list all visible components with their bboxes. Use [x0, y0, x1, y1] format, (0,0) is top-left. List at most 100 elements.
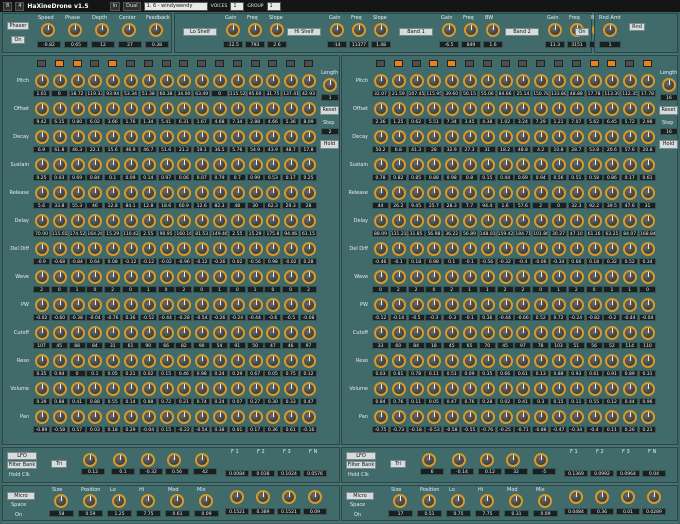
lfo-f2-value[interactable]: 0.0289 — [642, 508, 666, 515]
step-value[interactable]: 0.53 — [264, 174, 282, 181]
step-value[interactable]: 45 — [443, 342, 461, 349]
step-knob[interactable] — [248, 326, 263, 340]
step-knob[interactable] — [623, 382, 638, 396]
step-value[interactable]: 1.25 — [389, 118, 407, 125]
step-value[interactable]: 0.11 — [407, 398, 425, 405]
micro-knob[interactable] — [54, 494, 68, 508]
step-knob[interactable] — [374, 74, 388, 88]
step-knob[interactable] — [141, 102, 156, 116]
step-value[interactable]: 0.30 — [264, 398, 282, 405]
step-knob[interactable] — [70, 382, 85, 396]
step-knob[interactable] — [498, 298, 513, 312]
step-knob[interactable] — [213, 410, 227, 424]
lfo-f-knob[interactable] — [647, 490, 661, 504]
step-knob[interactable] — [141, 242, 156, 256]
step-knob[interactable] — [641, 102, 655, 116]
step-knob[interactable] — [409, 410, 424, 424]
step-knob[interactable] — [569, 242, 584, 256]
step-knob[interactable] — [266, 158, 281, 172]
step-value[interactable]: 110.42 — [122, 230, 139, 237]
step-knob[interactable] — [516, 270, 531, 284]
step-knob[interactable] — [569, 214, 584, 228]
step-knob[interactable] — [641, 354, 655, 368]
eq-value[interactable]: -14 — [327, 41, 347, 48]
step-led[interactable] — [571, 60, 581, 67]
step-value[interactable]: 9.42 — [33, 118, 50, 125]
step-value[interactable]: 0.75 — [282, 370, 300, 377]
step-knob[interactable] — [284, 130, 299, 144]
step-value[interactable]: 17.78 — [639, 90, 656, 97]
step-knob[interactable] — [284, 102, 299, 116]
micro-knob[interactable] — [451, 494, 465, 508]
step-knob[interactable] — [587, 74, 602, 88]
step-knob[interactable] — [70, 326, 85, 340]
step-value[interactable]: -0.04 — [86, 314, 104, 321]
step-value[interactable]: 0.76 — [389, 398, 407, 405]
lfo-value[interactable]: 0.1 — [111, 468, 135, 475]
step-value[interactable]: 46 — [86, 202, 104, 209]
step-knob[interactable] — [177, 214, 192, 228]
step-knob[interactable] — [35, 102, 49, 116]
lfo-f2-value[interactable]: 0.0484 — [564, 508, 588, 515]
micro-value[interactable]: 0.61 — [165, 510, 190, 517]
step-knob[interactable] — [498, 158, 513, 172]
step-value[interactable]: 115.65 — [50, 230, 68, 237]
step-led[interactable] — [554, 60, 563, 67]
step-led[interactable] — [518, 60, 528, 67]
step-knob[interactable] — [213, 242, 227, 256]
micro-knob[interactable] — [112, 494, 126, 508]
lfo-knob[interactable] — [422, 453, 436, 467]
step-knob[interactable] — [248, 410, 263, 424]
eq-value[interactable]: 11377 — [349, 41, 369, 48]
micro-value[interactable]: 0.51 — [417, 510, 442, 517]
phaser-value[interactable]: 0.38 — [145, 41, 169, 48]
step-knob[interactable] — [70, 102, 85, 116]
step-value[interactable]: 3.66 — [104, 118, 122, 125]
lfo-f2-value[interactable]: 0.1521 — [225, 508, 249, 515]
step-value[interactable]: 0.3 — [532, 398, 550, 405]
step-knob[interactable] — [88, 326, 103, 340]
step-knob[interactable] — [159, 186, 174, 200]
step-knob[interactable] — [284, 298, 299, 312]
step-knob[interactable] — [569, 186, 584, 200]
step-knob[interactable] — [52, 410, 67, 424]
step-knob[interactable] — [427, 298, 442, 312]
step-value[interactable]: 84.66 — [496, 90, 514, 97]
step-led[interactable] — [643, 60, 652, 67]
step-value[interactable]: 0 — [425, 286, 443, 293]
step-value[interactable]: 0.51 — [443, 370, 461, 377]
step-value[interactable]: 0.24 — [211, 398, 228, 405]
step-value[interactable]: 0.86 — [603, 174, 621, 181]
step-value[interactable]: -0.82 — [585, 314, 603, 321]
step-knob[interactable] — [159, 158, 174, 172]
step-knob[interactable] — [552, 74, 566, 88]
step-knob[interactable] — [427, 242, 442, 256]
step-knob[interactable] — [52, 158, 67, 172]
step-value[interactable]: 2 — [104, 286, 122, 293]
step-value[interactable]: -0.1 — [461, 314, 478, 321]
step-value[interactable]: 113.39 — [603, 90, 621, 97]
step-knob[interactable] — [605, 326, 620, 340]
step-value[interactable]: 29.3 — [282, 202, 300, 209]
step-value[interactable]: 5.51 — [425, 118, 443, 125]
step-value[interactable]: 0.27 — [246, 398, 264, 405]
step-knob[interactable] — [391, 186, 406, 200]
step-led[interactable] — [161, 60, 171, 67]
step-value[interactable]: 51 — [567, 342, 585, 349]
step-knob[interactable] — [641, 158, 655, 172]
eq-knob[interactable] — [226, 23, 240, 37]
step-value[interactable]: 0.79 — [211, 174, 228, 181]
step-led[interactable] — [500, 60, 510, 67]
step-knob[interactable] — [35, 354, 49, 368]
lfo-value[interactable]: 0.12 — [478, 468, 502, 475]
length-value[interactable]: 1 — [321, 94, 339, 101]
step-value[interactable]: 0.05 — [264, 370, 282, 377]
step-value[interactable]: 184.71 — [514, 230, 532, 237]
eq-value[interactable]: 2.6 — [267, 41, 287, 48]
step-value[interactable]: 28.3 — [443, 202, 461, 209]
step-value[interactable]: -0.68 — [50, 258, 68, 265]
step-knob[interactable] — [213, 214, 227, 228]
step-value[interactable]: 0.66 — [567, 258, 585, 265]
step-value[interactable]: 36.22 — [443, 230, 461, 237]
step-knob[interactable] — [445, 186, 460, 200]
